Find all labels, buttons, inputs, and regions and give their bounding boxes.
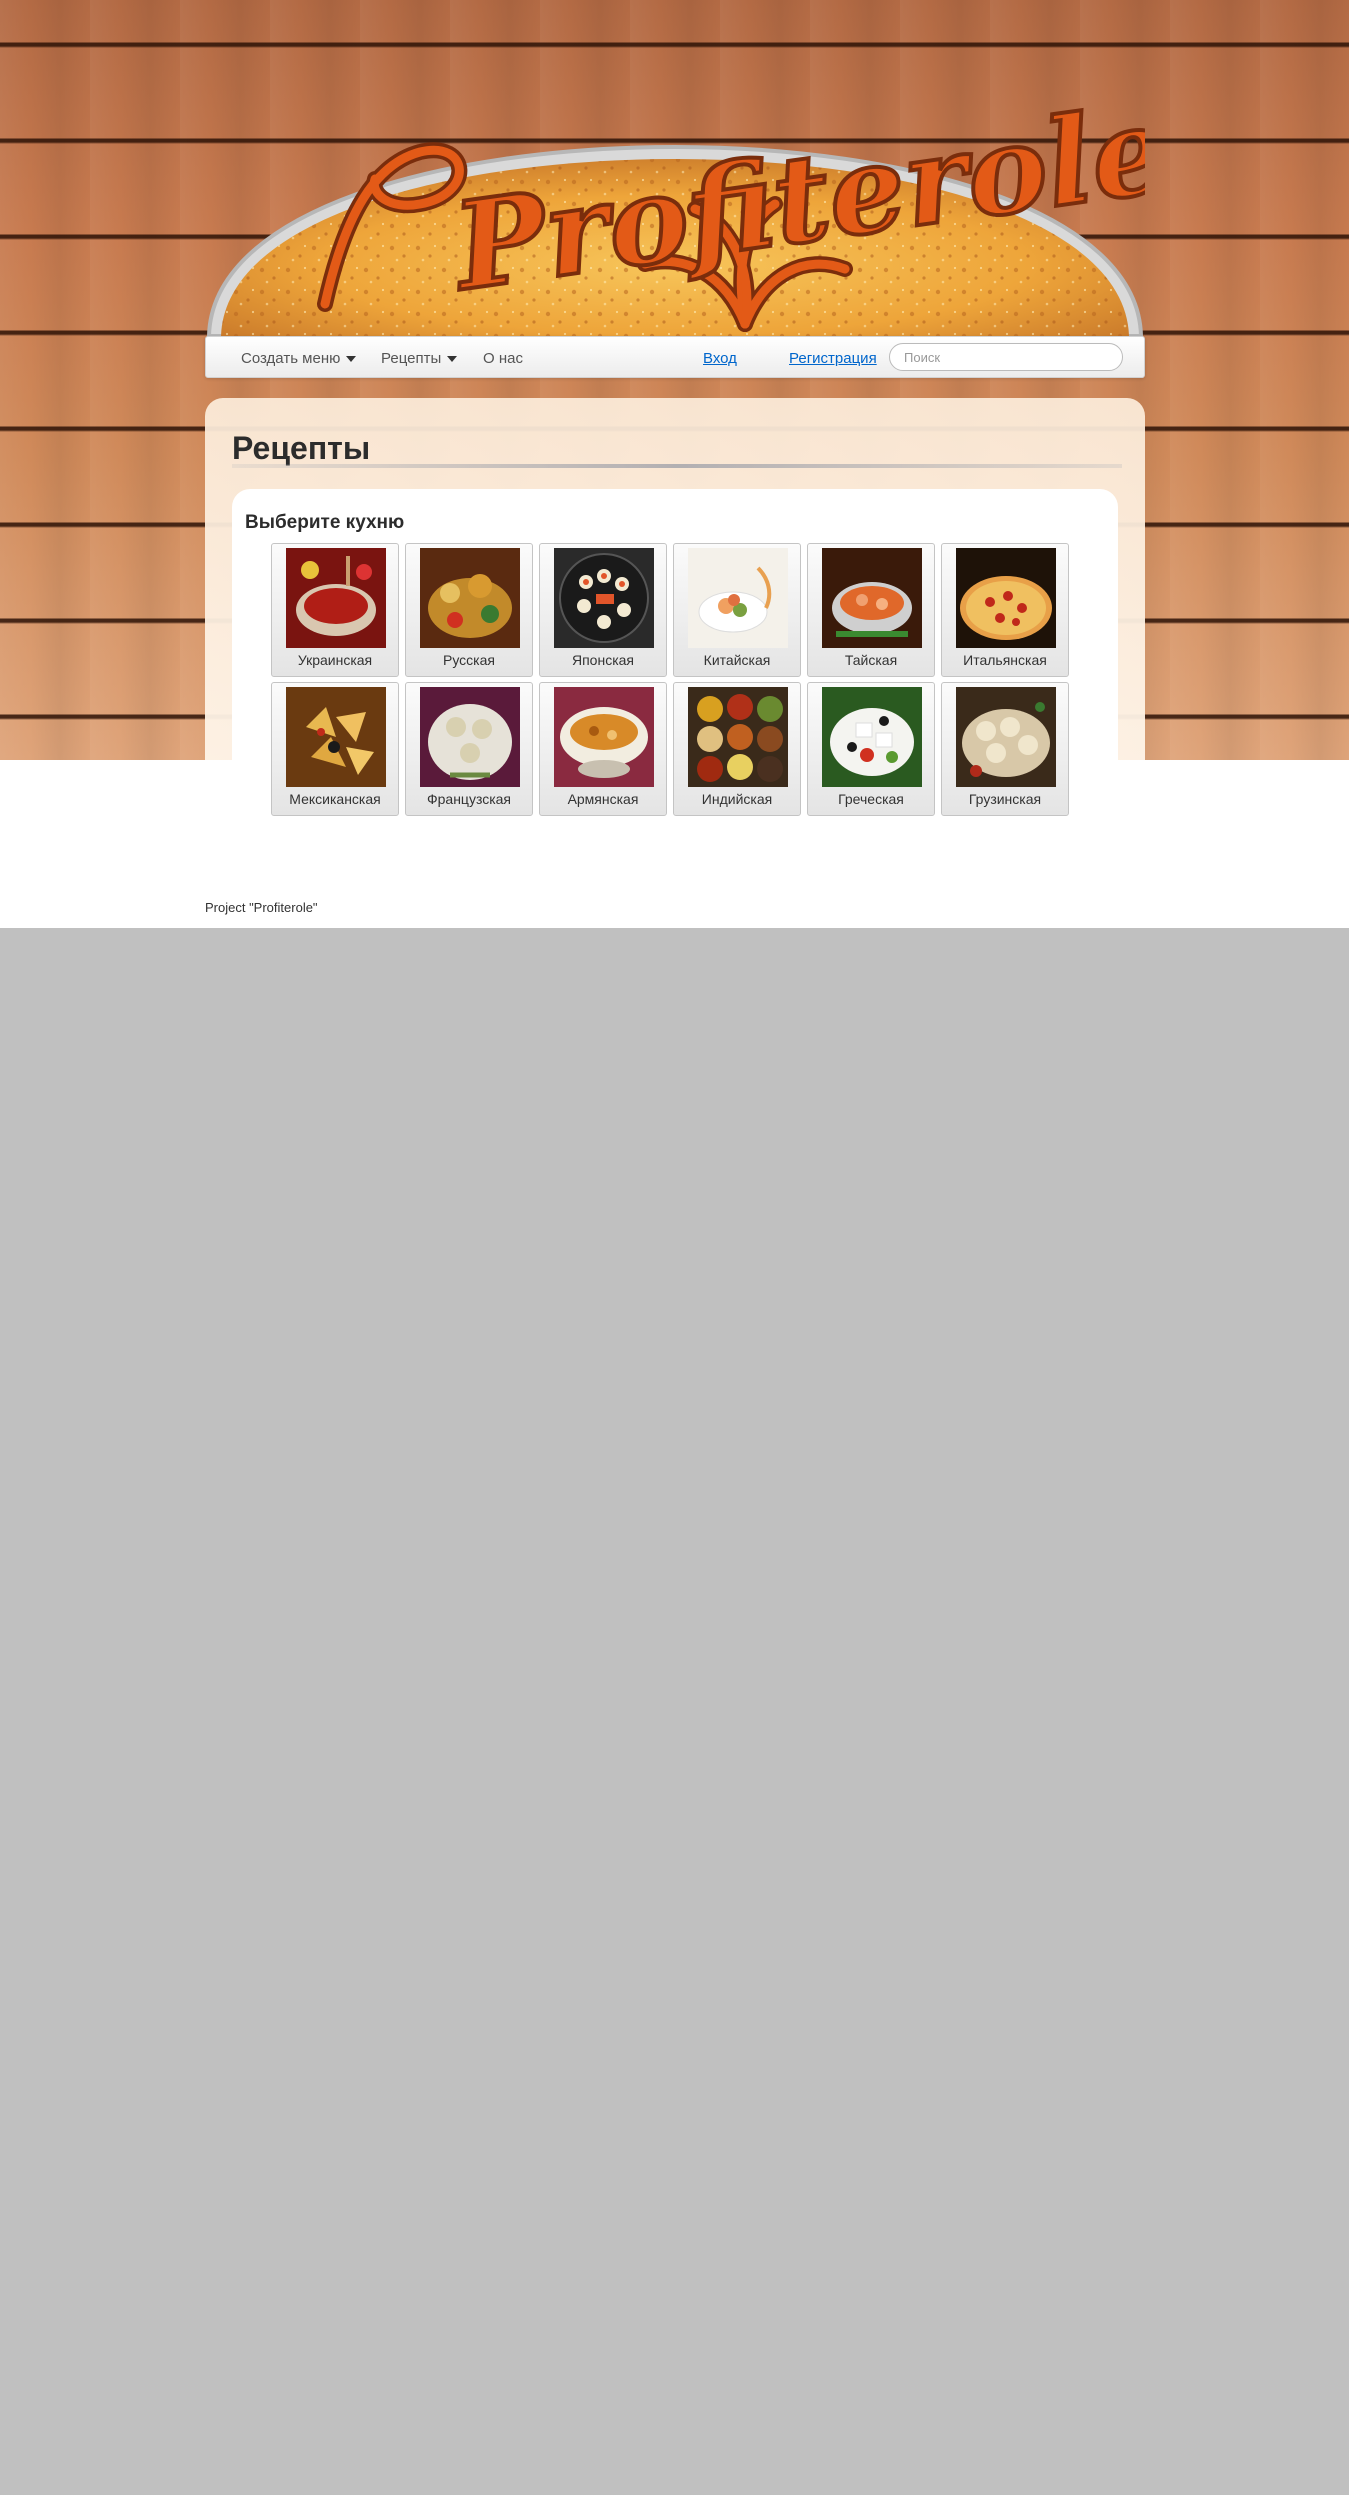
chinese-dish-photo bbox=[688, 548, 788, 648]
borscht-photo bbox=[286, 548, 386, 648]
nav-about[interactable]: О нас bbox=[483, 350, 523, 367]
cuisine-tile-ukrainian[interactable]: Украинская bbox=[271, 543, 399, 677]
nav-create-menu-label: Создать меню bbox=[241, 350, 341, 367]
cuisine-label: Китайская bbox=[703, 652, 771, 668]
cuisine-tile-chinese[interactable]: Китайская bbox=[673, 543, 801, 677]
cuisine-label: Индийская bbox=[701, 791, 773, 807]
sushi-photo bbox=[554, 548, 654, 648]
cuisine-label: Армянская bbox=[567, 791, 639, 807]
nachos-photo bbox=[286, 687, 386, 787]
cuisine-tile-italian[interactable]: Итальянская bbox=[941, 543, 1069, 677]
cuisine-label: Итальянская bbox=[963, 652, 1047, 668]
spices-photo bbox=[688, 687, 788, 787]
greek-salad-photo bbox=[822, 687, 922, 787]
search-input[interactable] bbox=[889, 343, 1123, 371]
nav-about-label: О нас bbox=[483, 350, 523, 367]
cuisine-tile-mexican[interactable]: Мексиканская bbox=[271, 682, 399, 816]
cuisine-label: Японская bbox=[571, 652, 634, 668]
thai-soup-photo bbox=[822, 548, 922, 648]
register-link[interactable]: Регистрация bbox=[789, 350, 877, 367]
caret-down-icon bbox=[447, 356, 458, 363]
cuisine-tile-french[interactable]: Французская bbox=[405, 682, 533, 816]
cuisine-tile-japanese[interactable]: Японская bbox=[539, 543, 667, 677]
armenian-soup-photo bbox=[554, 687, 654, 787]
page-title: Рецепты bbox=[232, 430, 371, 466]
cuisine-tile-armenian[interactable]: Армянская bbox=[539, 682, 667, 816]
cuisine-tile-indian[interactable]: Индийская bbox=[673, 682, 801, 816]
cuisine-tile-thai[interactable]: Тайская bbox=[807, 543, 935, 677]
cuisine-selector: Выберите кухню Украинская Русская Японск… bbox=[232, 489, 1118, 839]
cuisine-label: Русская bbox=[443, 652, 495, 668]
cuisine-label: Мексиканская bbox=[289, 791, 381, 807]
title-divider bbox=[232, 464, 1122, 468]
cuisine-tile-georgian[interactable]: Грузинская bbox=[941, 682, 1069, 816]
footer-text: Project "Profiterole" bbox=[205, 900, 318, 915]
khinkali-photo bbox=[956, 687, 1056, 787]
cuisine-heading: Выберите кухню bbox=[245, 512, 405, 533]
russian-dish-photo bbox=[420, 548, 520, 648]
cuisine-label: Тайская bbox=[844, 652, 898, 668]
top-navbar: Создать меню Рецепты О нас Вход Регистра… bbox=[205, 336, 1145, 378]
nav-recipes-label: Рецепты bbox=[381, 350, 442, 367]
pizza-photo bbox=[956, 548, 1056, 648]
cuisine-label: Грузинская bbox=[968, 791, 1042, 807]
cuisine-label: Французская bbox=[426, 791, 512, 807]
french-dish-photo bbox=[420, 687, 520, 787]
caret-down-icon bbox=[346, 356, 357, 363]
cuisine-tile-russian[interactable]: Русская bbox=[405, 543, 533, 677]
site-logo[interactable]: Profiterole bbox=[205, 44, 1145, 344]
cuisine-label: Греческая bbox=[838, 791, 904, 807]
cuisine-tile-greek[interactable]: Греческая bbox=[807, 682, 935, 816]
cuisine-label: Украинская bbox=[297, 652, 373, 668]
nav-create-menu[interactable]: Создать меню bbox=[241, 350, 357, 367]
login-link[interactable]: Вход bbox=[703, 350, 737, 367]
nav-recipes[interactable]: Рецепты bbox=[381, 350, 458, 367]
